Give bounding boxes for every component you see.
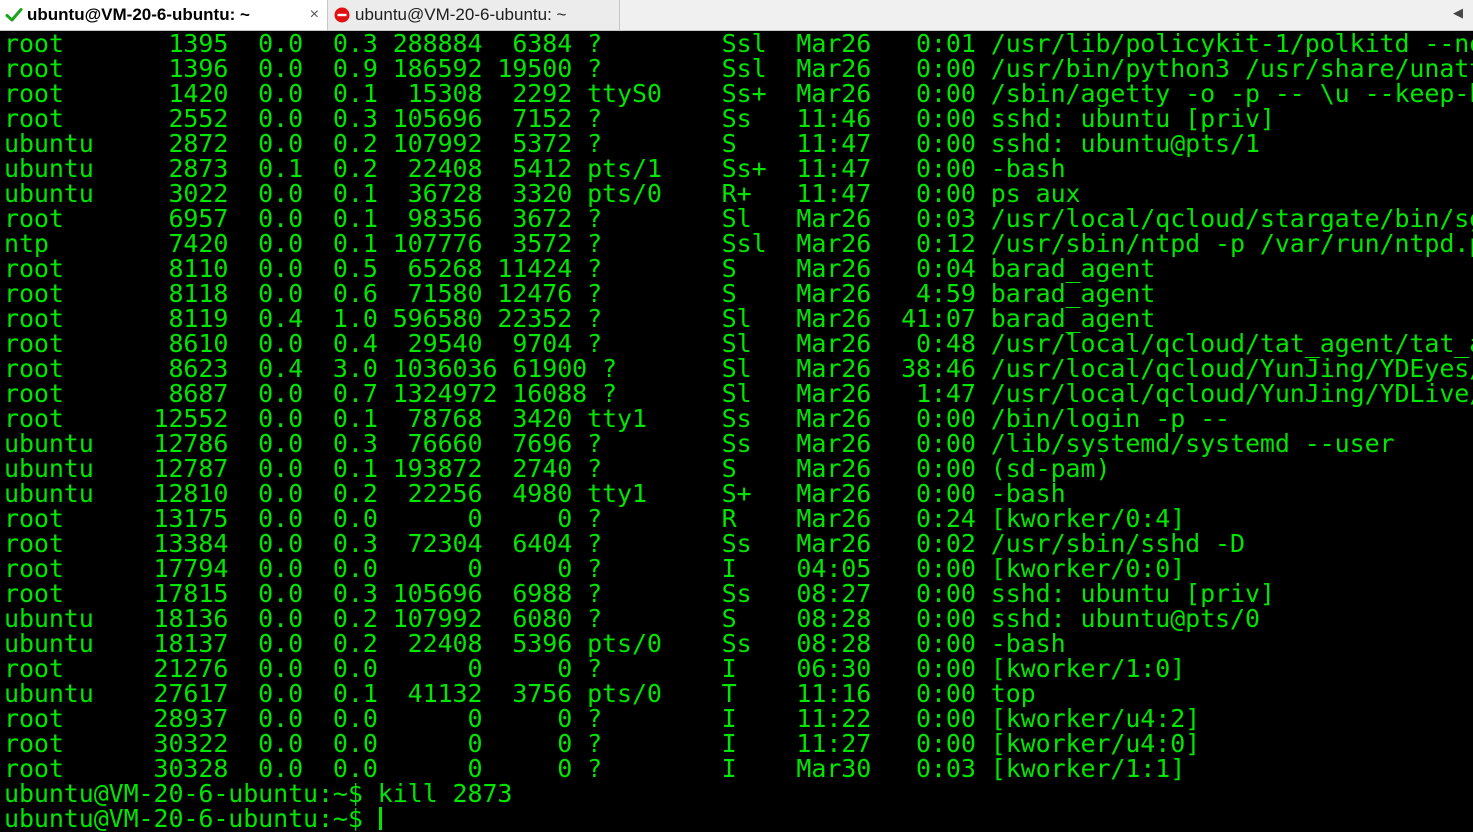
process-row: ubuntu 18137 0.0 0.2 22408 5396 pts/0 Ss… xyxy=(4,629,1066,658)
checkmark-icon xyxy=(3,4,25,26)
process-row: root 8687 0.0 0.7 1324972 16088 ? Sl Mar… xyxy=(4,379,1473,408)
process-row: root 17794 0.0 0.0 0 0 ? I 04:05 0:00 [k… xyxy=(4,554,1186,583)
tab-scroll-left-icon[interactable]: ◀ xyxy=(1453,5,1463,21)
process-row: root 21276 0.0 0.0 0 0 ? I 06:30 0:00 [k… xyxy=(4,654,1186,683)
process-row: root 30328 0.0 0.0 0 0 ? I Mar30 0:03 [k… xyxy=(4,754,1186,783)
text-cursor xyxy=(379,807,382,830)
process-row: root 8623 0.4 3.0 1036036 61900 ? Sl Mar… xyxy=(4,354,1473,383)
process-row: ubuntu 18136 0.0 0.2 107992 6080 ? S 08:… xyxy=(4,604,1260,633)
prompt-line: ubuntu@VM-20-6-ubuntu:~$ kill 2873 xyxy=(4,779,513,808)
process-row: ubuntu 12786 0.0 0.3 76660 7696 ? Ss Mar… xyxy=(4,429,1395,458)
process-row: ubuntu 27617 0.0 0.1 41132 3756 pts/0 T … xyxy=(4,679,1036,708)
process-row: root 28937 0.0 0.0 0 0 ? I 11:22 0:00 [k… xyxy=(4,704,1201,733)
terminal-output[interactable]: root 1395 0.0 0.3 288884 6384 ? Ssl Mar2… xyxy=(0,31,1473,832)
process-row: root 17815 0.0 0.3 105696 6988 ? Ss 08:2… xyxy=(4,579,1275,608)
close-icon[interactable]: × xyxy=(310,6,319,24)
process-row: ubuntu 12810 0.0 0.2 22256 4980 tty1 S+ … xyxy=(4,479,1066,508)
process-row: root 2552 0.0 0.3 105696 7152 ? Ss 11:46… xyxy=(4,104,1275,133)
process-row: root 13175 0.0 0.0 0 0 ? R Mar26 0:24 [k… xyxy=(4,504,1186,533)
process-row: root 1420 0.0 0.1 15308 2292 ttyS0 Ss+ M… xyxy=(4,79,1473,108)
process-row: root 1396 0.0 0.9 186592 19500 ? Ssl Mar… xyxy=(4,54,1473,83)
process-row: root 12552 0.0 0.1 78768 3420 tty1 Ss Ma… xyxy=(4,404,1231,433)
process-row: ubuntu 12787 0.0 0.1 193872 2740 ? S Mar… xyxy=(4,454,1111,483)
prompt-line: ubuntu@VM-20-6-ubuntu:~$ xyxy=(4,804,378,832)
process-row: root 8119 0.4 1.0 596580 22352 ? Sl Mar2… xyxy=(4,304,1156,333)
process-row: ubuntu 3022 0.0 0.1 36728 3320 pts/0 R+ … xyxy=(4,179,1081,208)
process-row: root 6957 0.0 0.1 98356 3672 ? Sl Mar26 … xyxy=(4,204,1473,233)
tab-session-2[interactable]: ubuntu@VM-20-6-ubuntu: ~ xyxy=(328,0,620,30)
process-row: root 8118 0.0 0.6 71580 12476 ? S Mar26 … xyxy=(4,279,1156,308)
process-row: root 13384 0.0 0.3 72304 6404 ? Ss Mar26… xyxy=(4,529,1245,558)
tab-label: ubuntu@VM-20-6-ubuntu: ~ xyxy=(355,5,567,24)
process-row: root 30322 0.0 0.0 0 0 ? I 11:27 0:00 [k… xyxy=(4,729,1201,758)
tab-session-1[interactable]: ubuntu@VM-20-6-ubuntu: ~ × xyxy=(0,0,328,30)
disconnected-icon xyxy=(331,4,353,26)
process-row: root 8110 0.0 0.5 65268 11424 ? S Mar26 … xyxy=(4,254,1156,283)
process-row: ubuntu 2873 0.1 0.2 22408 5412 pts/1 Ss+… xyxy=(4,154,1066,183)
tab-bar: ubuntu@VM-20-6-ubuntu: ~ × ubuntu@VM-20-… xyxy=(0,0,1473,31)
terminal-lines: root 1395 0.0 0.3 288884 6384 ? Ssl Mar2… xyxy=(4,31,1473,831)
process-row: root 1395 0.0 0.3 288884 6384 ? Ssl Mar2… xyxy=(4,31,1473,58)
process-row: ntp 7420 0.0 0.1 107776 3572 ? Ssl Mar26… xyxy=(4,229,1473,258)
process-row: root 8610 0.0 0.4 29540 9704 ? Sl Mar26 … xyxy=(4,329,1473,358)
process-row: ubuntu 2872 0.0 0.2 107992 5372 ? S 11:4… xyxy=(4,129,1260,158)
tab-label: ubuntu@VM-20-6-ubuntu: ~ xyxy=(27,5,250,24)
